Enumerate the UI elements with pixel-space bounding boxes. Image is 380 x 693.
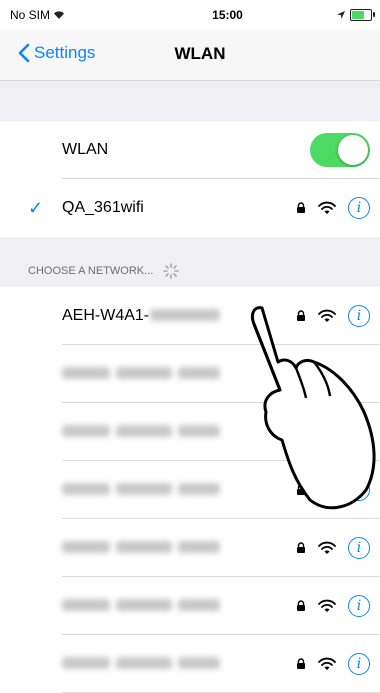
- wifi-status-icon: [54, 11, 65, 19]
- status-left: No SIM: [10, 8, 65, 22]
- network-row[interactable]: i: [0, 461, 380, 519]
- section-gap: [0, 81, 380, 121]
- network-icons: i: [296, 595, 370, 617]
- blurred-network-name: [62, 424, 262, 440]
- lock-icon: [297, 658, 305, 669]
- network-icons: i: [296, 479, 370, 501]
- blurred-network-name: [62, 598, 262, 614]
- status-bar: No SIM 15:00: [10, 0, 375, 30]
- spinner-icon: [163, 263, 180, 279]
- page-title: WLAN: [174, 44, 226, 63]
- navigation-bar: Settings WLAN: [0, 30, 380, 81]
- wifi-icon: [318, 541, 336, 554]
- network-icons: i: [296, 197, 370, 219]
- network-name: AEH-W4A1-: [62, 307, 150, 324]
- status-right: [336, 9, 375, 21]
- section-header-label: CHOOSE A NETWORK...: [28, 265, 154, 277]
- wifi-icon: [318, 201, 336, 214]
- network-icons: i: [296, 537, 370, 559]
- lock-icon: [297, 600, 305, 611]
- battery-icon: [350, 9, 375, 21]
- wlan-label: WLAN: [62, 141, 109, 158]
- network-row[interactable]: AEH-W4A1- i: [0, 287, 380, 345]
- wifi-icon: [318, 483, 336, 496]
- status-time: 15:00: [212, 8, 243, 22]
- blurred-network-name: [62, 366, 262, 382]
- network-row[interactable]: i: [0, 635, 380, 693]
- lock-icon: [297, 542, 305, 553]
- blurred-network-name: [62, 656, 262, 672]
- info-icon[interactable]: i: [348, 305, 370, 327]
- wifi-icon: [318, 657, 336, 670]
- info-icon[interactable]: i: [348, 537, 370, 559]
- network-row[interactable]: i: [0, 519, 380, 577]
- network-row[interactable]: [0, 403, 380, 461]
- section-gap: [0, 237, 380, 287]
- info-icon[interactable]: i: [348, 595, 370, 617]
- blurred-network-name: [62, 540, 262, 556]
- connected-network-name: QA_361wifi: [62, 199, 144, 216]
- info-icon[interactable]: i: [348, 653, 370, 675]
- blurred-network-suffix: [150, 308, 240, 324]
- blurred-network-name: [62, 482, 262, 498]
- network-row[interactable]: i: [0, 577, 380, 635]
- lock-icon: [297, 484, 305, 495]
- wlan-toggle[interactable]: [310, 133, 370, 167]
- connected-network-row[interactable]: ✓ QA_361wifi i: [0, 179, 380, 237]
- location-icon: [337, 11, 345, 19]
- info-icon[interactable]: i: [348, 479, 370, 501]
- carrier-label: No SIM: [10, 8, 51, 22]
- network-icons: i: [296, 653, 370, 675]
- wifi-icon: [318, 309, 336, 322]
- network-row[interactable]: [0, 345, 380, 403]
- wifi-icon: [318, 599, 336, 612]
- lock-icon: [297, 310, 305, 321]
- section-header: CHOOSE A NETWORK...: [28, 263, 180, 279]
- network-icons: i: [296, 305, 370, 327]
- battery-fill: [352, 11, 364, 19]
- lock-icon: [297, 202, 305, 213]
- wlan-toggle-row: WLAN: [0, 121, 380, 179]
- checkmark-icon: ✓: [28, 197, 44, 218]
- info-icon[interactable]: i: [348, 197, 370, 219]
- toggle-knob: [338, 135, 368, 165]
